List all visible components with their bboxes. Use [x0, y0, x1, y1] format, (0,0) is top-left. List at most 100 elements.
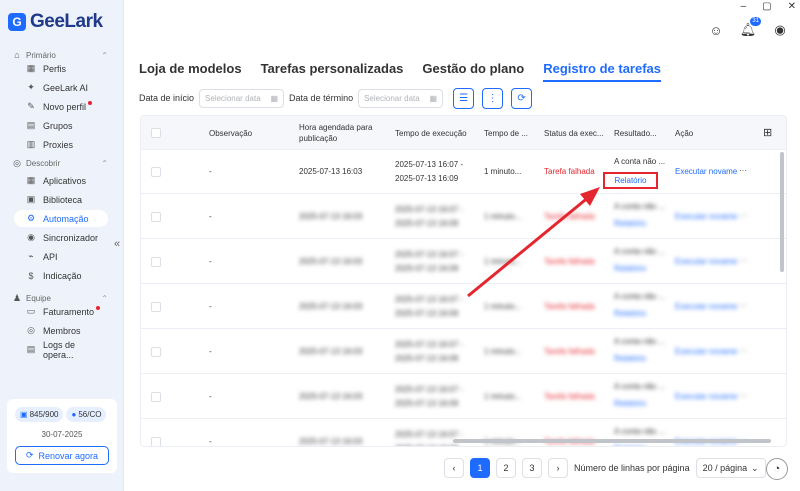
sidebar-item[interactable]: ▤ Grupos [14, 117, 108, 134]
report-button[interactable]: Relatório [603, 172, 658, 189]
sidebar-item-label: Sincronizador [43, 232, 99, 243]
duration-cell: 1 minuto... [484, 257, 522, 266]
select-all-checkbox[interactable] [151, 128, 161, 138]
rerun-link[interactable]: Executar novame [675, 345, 737, 359]
renew-button[interactable]: ⟳ Renovar agora [15, 446, 109, 465]
page-2-button[interactable]: 2 [496, 458, 516, 478]
row-checkbox[interactable] [151, 392, 161, 402]
sidebar-section[interactable]: ⌂ Primário ⌃ [12, 50, 108, 60]
sidebar-item[interactable]: ▦ Perfis [14, 60, 108, 77]
report-link[interactable]: Relatório [614, 307, 646, 321]
automation-icon: ⚙ [26, 213, 36, 223]
calendar-icon: ▦ [429, 93, 438, 103]
more-options-button[interactable]: ⋮ [482, 87, 504, 109]
tab-plan-management[interactable]: Gestão do plano [422, 61, 524, 76]
report-link[interactable]: Relatório [614, 217, 646, 231]
status-cell: Tarefa falhada [544, 347, 595, 356]
chevron-down-icon: ⌄ [751, 462, 759, 473]
sidebar-item[interactable]: ⚙ Automação [14, 210, 108, 227]
kebab-icon: ⋮ [487, 92, 498, 104]
sidebar-item[interactable]: ▥ Proxies [14, 136, 108, 153]
sidebar-item-label: Novo perfil [43, 101, 87, 112]
customer-support-icon[interactable]: ◔ [766, 458, 788, 480]
more-icon[interactable]: ··· [739, 254, 747, 268]
sidebar-item-label: Perfis [43, 63, 67, 74]
column-settings-icon[interactable]: ⊞ [763, 116, 772, 150]
more-icon[interactable]: ··· [739, 164, 747, 178]
sidebar-section[interactable]: ♟ Equipe ⌃ [12, 293, 108, 303]
sidebar-item[interactable]: ⌁ API [14, 248, 108, 265]
scheduled-cell: 2025-07-13 16:03 [299, 437, 363, 446]
window-controls: – ▢ ✕ [741, 0, 796, 12]
library-icon: ▣ [26, 194, 36, 204]
user-icon: ● [71, 410, 77, 419]
pagination: ‹ 1 2 3 › Número de linhas por página 20… [444, 458, 766, 478]
sidebar: G GeeLark ⌂ Primário ⌃ ◎ Descobrir ⌃ ♟ Equipe ⌃ ▦… [0, 0, 124, 491]
rerun-link[interactable]: Executar novame [675, 300, 737, 314]
more-icon[interactable]: ··· [739, 389, 747, 403]
sidebar-item[interactable]: ✦ GeeLark AI [14, 79, 108, 96]
tab-custom-tasks[interactable]: Tarefas personalizadas [261, 61, 404, 76]
rerun-link[interactable]: Executar novame [675, 255, 737, 269]
sidebar-item[interactable]: ✎ Novo perfil [14, 98, 108, 115]
more-icon[interactable]: ··· [739, 299, 747, 313]
more-icon[interactable]: ··· [739, 344, 747, 358]
report-link[interactable]: Relatório [614, 397, 646, 411]
row-checkbox[interactable] [151, 437, 161, 446]
tab-task-log[interactable]: Registro de tarefas [543, 61, 661, 82]
sidebar-item[interactable]: ▤ Logs de opera... [14, 340, 108, 360]
prev-page-button[interactable]: ‹ [444, 458, 464, 478]
chevron-up-icon: ⌃ [101, 50, 108, 60]
support-face-icon[interactable]: ☺ [708, 22, 724, 38]
sidebar-item[interactable]: ▣ Biblioteca [14, 191, 108, 208]
sidebar-item[interactable]: ◉ Sincronizador [14, 229, 108, 246]
row-checkbox[interactable] [151, 257, 161, 267]
sidebar-section[interactable]: ◎ Descobrir ⌃ [12, 158, 108, 168]
rerun-link[interactable]: Executar novame [675, 165, 737, 179]
row-checkbox[interactable] [151, 302, 161, 312]
row-checkbox[interactable] [151, 347, 161, 357]
row-checkbox[interactable] [151, 212, 161, 222]
exec-start-cell: 2025-07-13 16:07 - [395, 160, 464, 169]
minimize-icon[interactable]: – [741, 1, 747, 12]
observation-cell: - [209, 212, 212, 221]
profile-quota: ▣ 845/900 [15, 407, 64, 422]
scheduled-cell: 2025-07-13 16:03 [299, 167, 363, 176]
exec-start-cell: 2025-07-13 16:07 - [395, 205, 464, 214]
page-size-select[interactable]: 20 / página ⌄ [695, 458, 766, 478]
observation-cell: - [209, 392, 212, 401]
more-icon[interactable]: ··· [739, 209, 747, 223]
horizontal-scrollbar[interactable] [453, 439, 771, 443]
table-row: - 2025-07-13 16:03 2025-07-13 16:07 - 2025-… [141, 286, 786, 329]
notifications-icon[interactable]: 🔔︎ 31 [740, 17, 761, 38]
maximize-icon[interactable]: ▢ [762, 1, 771, 12]
tab-template-store[interactable]: Loja de modelos [139, 61, 242, 76]
rerun-link[interactable]: Executar novame [675, 210, 737, 224]
page-1-button[interactable]: 1 [470, 458, 490, 478]
page-3-button[interactable]: 3 [522, 458, 542, 478]
row-checkbox[interactable] [151, 167, 161, 177]
sidebar-item[interactable]: ◎ Membros [14, 322, 108, 339]
report-link[interactable]: Relatório [614, 262, 646, 276]
observation-cell: - [209, 167, 212, 176]
collapse-sidebar-icon[interactable]: « [114, 238, 120, 250]
col-status: Status da exec... [544, 128, 604, 138]
sidebar-item[interactable]: ▭ Faturamento [14, 303, 108, 320]
account-icon[interactable]: ◉ [772, 22, 788, 38]
report-link[interactable]: Relatório [614, 352, 646, 366]
refresh-button[interactable]: ⟳ [511, 87, 533, 109]
close-icon[interactable]: ✕ [788, 1, 796, 12]
scheduled-cell: 2025-07-13 16:03 [299, 392, 363, 401]
status-cell: Tarefa falhada [544, 167, 595, 176]
end-date-picker[interactable]: Selecionar data ▦ [358, 88, 444, 108]
rerun-link[interactable]: Executar novame [675, 390, 737, 404]
sidebar-item[interactable]: ▦ Aplicativos [14, 172, 108, 189]
start-date-picker[interactable]: Selecionar data ▦ [199, 88, 285, 108]
next-page-button[interactable]: › [548, 458, 568, 478]
sidebar-item-label: Proxies [43, 139, 74, 150]
observation-cell: - [209, 347, 212, 356]
sidebar-item[interactable]: $ Indicação [14, 267, 108, 284]
observation-cell: - [209, 437, 212, 446]
filter-settings-button[interactable]: ☰ [453, 87, 475, 109]
vertical-scrollbar[interactable] [780, 152, 784, 272]
